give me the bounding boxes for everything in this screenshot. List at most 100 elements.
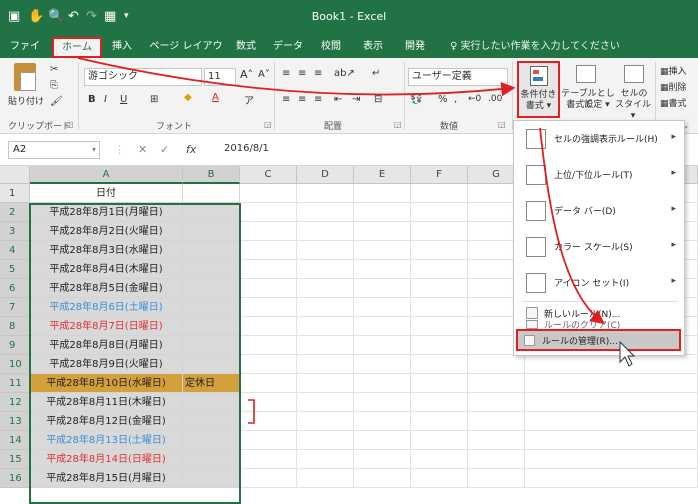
- date-cell[interactable]: 平成28年8月13日(土曜日): [30, 431, 183, 450]
- menu-item-color-scales[interactable]: カラー スケール(S) ▸: [514, 229, 684, 265]
- format-as-table-icon[interactable]: [576, 65, 596, 83]
- cancel-entry-icon[interactable]: ✕: [138, 143, 147, 156]
- grow-font-icon[interactable]: A˄: [240, 68, 253, 81]
- cut-icon[interactable]: ✂: [50, 64, 58, 75]
- note-cell[interactable]: [183, 336, 240, 355]
- menu-item-clear-rules[interactable]: ルールのクリア(C): [514, 319, 684, 331]
- menu-item-icon-sets[interactable]: アイコン セット(I) ▸: [514, 265, 684, 301]
- empty-cell[interactable]: [468, 355, 525, 374]
- empty-cell[interactable]: [297, 450, 354, 469]
- format-painter-icon[interactable]: 🖌: [50, 96, 63, 107]
- date-cell[interactable]: 平成28年8月2日(火曜日): [30, 222, 183, 241]
- paste-button[interactable]: 貼り付け: [8, 94, 44, 107]
- date-cell[interactable]: 平成28年8月15日(月曜日): [30, 469, 183, 488]
- empty-cell[interactable]: [240, 203, 297, 222]
- tab-insert[interactable]: 挿入: [106, 37, 138, 58]
- empty-cell[interactable]: [297, 203, 354, 222]
- date-cell[interactable]: 平成28年8月9日(火曜日): [30, 355, 183, 374]
- row-header[interactable]: 6: [0, 279, 30, 298]
- accounting-format-icon[interactable]: 💱: [410, 94, 422, 105]
- percent-style-icon[interactable]: %: [438, 94, 448, 105]
- empty-cell[interactable]: [411, 298, 468, 317]
- font-name-box[interactable]: 游ゴシック: [84, 68, 202, 86]
- row-header[interactable]: 7: [0, 298, 30, 317]
- note-cell[interactable]: [183, 412, 240, 431]
- empty-cell[interactable]: [468, 393, 525, 412]
- empty-cell[interactable]: [468, 469, 525, 488]
- menu-item-manage-rules[interactable]: ルールの管理(R)...: [516, 329, 681, 351]
- row-header[interactable]: 2: [0, 203, 30, 222]
- note-cell[interactable]: [183, 317, 240, 336]
- empty-cell[interactable]: [525, 355, 698, 374]
- font-launcher-icon[interactable]: ◲: [264, 120, 272, 129]
- empty-cell[interactable]: [297, 355, 354, 374]
- empty-cell[interactable]: [354, 279, 411, 298]
- tab-page-layout[interactable]: ページ レイアウト: [146, 37, 226, 72]
- empty-cell[interactable]: [240, 355, 297, 374]
- menu-item-top-bottom-rules[interactable]: 上位/下位ルール(T) ▸: [514, 157, 684, 193]
- date-cell[interactable]: 平成28年8月4日(木曜日): [30, 260, 183, 279]
- row-header[interactable]: 9: [0, 336, 30, 355]
- empty-cell[interactable]: [411, 260, 468, 279]
- column-header-b[interactable]: B: [183, 166, 240, 184]
- empty-cell[interactable]: [354, 336, 411, 355]
- empty-cell[interactable]: [297, 412, 354, 431]
- empty-cell[interactable]: [240, 260, 297, 279]
- empty-cell[interactable]: [354, 260, 411, 279]
- alignment-launcher-icon[interactable]: ◲: [394, 120, 402, 129]
- font-size-box[interactable]: 11: [204, 68, 236, 86]
- row-header[interactable]: 16: [0, 469, 30, 488]
- column-header-f[interactable]: F: [411, 166, 468, 184]
- date-cell[interactable]: 平成28年8月3日(水曜日): [30, 241, 183, 260]
- note-cell[interactable]: [183, 279, 240, 298]
- increase-indent-icon[interactable]: ⇥: [352, 94, 360, 105]
- row-header[interactable]: 13: [0, 412, 30, 431]
- column-header-d[interactable]: D: [297, 166, 354, 184]
- underline-icon[interactable]: U: [120, 94, 127, 105]
- empty-cell[interactable]: [468, 412, 525, 431]
- align-bottom-icon[interactable]: ≡: [314, 68, 322, 79]
- conditional-formatting-button[interactable]: 条件付き 書式 ▾: [517, 61, 560, 118]
- empty-cell[interactable]: [297, 298, 354, 317]
- empty-cell[interactable]: [240, 184, 297, 203]
- empty-cell[interactable]: [468, 450, 525, 469]
- date-cell[interactable]: 平成28年8月5日(金曜日): [30, 279, 183, 298]
- empty-cell[interactable]: [354, 374, 411, 393]
- date-cell[interactable]: 平成28年8月14日(日曜日): [30, 450, 183, 469]
- align-top-icon[interactable]: ≡: [282, 68, 290, 79]
- copy-icon[interactable]: ⎘: [50, 80, 58, 91]
- empty-cell[interactable]: [411, 412, 468, 431]
- row-header[interactable]: 15: [0, 450, 30, 469]
- note-cell[interactable]: [183, 260, 240, 279]
- empty-cell[interactable]: [240, 393, 297, 412]
- empty-cell[interactable]: [525, 469, 698, 488]
- empty-cell[interactable]: [297, 336, 354, 355]
- empty-cell[interactable]: [468, 374, 525, 393]
- formula-input[interactable]: 2016/8/1: [224, 141, 269, 159]
- empty-cell[interactable]: [411, 469, 468, 488]
- empty-cell[interactable]: [240, 450, 297, 469]
- phonetic-icon[interactable]: ア: [244, 92, 254, 107]
- empty-cell[interactable]: [297, 374, 354, 393]
- note-cell[interactable]: [183, 241, 240, 260]
- row-header[interactable]: 1: [0, 184, 30, 203]
- confirm-entry-icon[interactable]: ✓: [160, 143, 169, 156]
- comma-style-icon[interactable]: ,: [454, 94, 457, 105]
- empty-cell[interactable]: [354, 317, 411, 336]
- menu-item-data-bars[interactable]: データ バー(D) ▸: [514, 193, 684, 229]
- row-header[interactable]: 5: [0, 260, 30, 279]
- tab-review[interactable]: 校閲: [314, 37, 348, 58]
- date-cell[interactable]: 平成28年8月1日(月曜日): [30, 203, 183, 222]
- empty-cell[interactable]: [525, 412, 698, 431]
- paste-icon[interactable]: [14, 63, 36, 91]
- tell-me-box[interactable]: ♀ 実行したい作業を入力してください: [450, 37, 620, 58]
- header-cell-date[interactable]: 日付: [30, 184, 183, 203]
- cell-styles-label1[interactable]: セルの: [616, 89, 652, 100]
- empty-cell[interactable]: [297, 317, 354, 336]
- decrease-indent-icon[interactable]: ⇤: [334, 94, 342, 105]
- row-header[interactable]: 14: [0, 431, 30, 450]
- empty-cell[interactable]: [411, 355, 468, 374]
- row-header[interactable]: 12: [0, 393, 30, 412]
- empty-cell[interactable]: [240, 298, 297, 317]
- empty-cell[interactable]: [354, 431, 411, 450]
